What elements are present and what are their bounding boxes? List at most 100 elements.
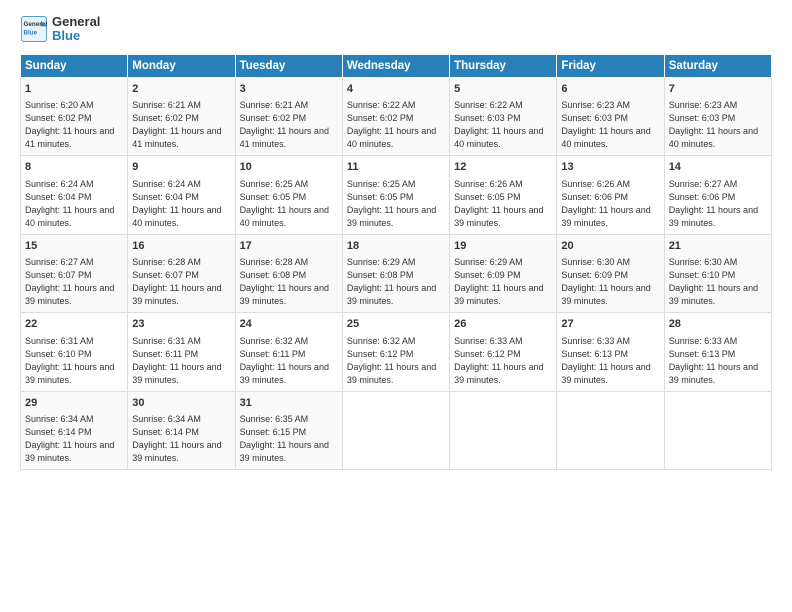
day-number: 27 [561, 317, 659, 332]
day-number: 20 [561, 239, 659, 254]
day-number: 14 [669, 160, 767, 175]
calendar-cell: 16 Sunrise: 6:28 AMSunset: 6:07 PMDayligh… [128, 234, 235, 313]
calendar-cell [450, 391, 557, 470]
day-info: Sunrise: 6:20 AMSunset: 6:02 PMDaylight:… [25, 99, 123, 151]
day-info: Sunrise: 6:33 AMSunset: 6:13 PMDaylight:… [561, 335, 659, 387]
day-info: Sunrise: 6:24 AMSunset: 6:04 PMDaylight:… [132, 178, 230, 230]
calendar-cell: 14 Sunrise: 6:27 AMSunset: 6:06 PMDayligh… [664, 156, 771, 235]
calendar-week-row: 22 Sunrise: 6:31 AMSunset: 6:10 PMDayligh… [21, 313, 772, 392]
day-number: 13 [561, 160, 659, 175]
day-number: 15 [25, 239, 123, 254]
calendar-cell: 24 Sunrise: 6:32 AMSunset: 6:11 PMDayligh… [235, 313, 342, 392]
calendar-day-header: Friday [557, 54, 664, 77]
day-info: Sunrise: 6:35 AMSunset: 6:15 PMDaylight:… [240, 413, 338, 465]
calendar-cell: 6 Sunrise: 6:23 AMSunset: 6:03 PMDaylight… [557, 77, 664, 156]
day-info: Sunrise: 6:28 AMSunset: 6:07 PMDaylight:… [132, 256, 230, 308]
calendar-cell: 29 Sunrise: 6:34 AMSunset: 6:14 PMDayligh… [21, 391, 128, 470]
calendar-cell: 22 Sunrise: 6:31 AMSunset: 6:10 PMDayligh… [21, 313, 128, 392]
calendar-cell: 9 Sunrise: 6:24 AMSunset: 6:04 PMDaylight… [128, 156, 235, 235]
logo-icon: General Blue [20, 15, 48, 43]
day-info: Sunrise: 6:27 AMSunset: 6:07 PMDaylight:… [25, 256, 123, 308]
day-number: 9 [132, 160, 230, 175]
day-info: Sunrise: 6:21 AMSunset: 6:02 PMDaylight:… [240, 99, 338, 151]
calendar-cell: 2 Sunrise: 6:21 AMSunset: 6:02 PMDaylight… [128, 77, 235, 156]
day-info: Sunrise: 6:34 AMSunset: 6:14 PMDaylight:… [25, 413, 123, 465]
day-info: Sunrise: 6:33 AMSunset: 6:13 PMDaylight:… [669, 335, 767, 387]
calendar-day-header: Saturday [664, 54, 771, 77]
calendar-cell [557, 391, 664, 470]
calendar-cell: 23 Sunrise: 6:31 AMSunset: 6:11 PMDayligh… [128, 313, 235, 392]
calendar-cell: 12Sunrise: 6:26 AMSunset: 6:05 PMDayligh… [450, 156, 557, 235]
day-info: Sunrise: 6:22 AMSunset: 6:02 PMDaylight:… [347, 99, 445, 151]
day-info: Sunrise: 6:32 AMSunset: 6:11 PMDaylight:… [240, 335, 338, 387]
day-info: Sunrise: 6:23 AMSunset: 6:03 PMDaylight:… [561, 99, 659, 151]
calendar-cell: 26 Sunrise: 6:33 AMSunset: 6:12 PMDayligh… [450, 313, 557, 392]
day-info: Sunrise: 6:34 AMSunset: 6:14 PMDaylight:… [132, 413, 230, 465]
svg-text:Blue: Blue [24, 30, 38, 37]
day-number: 12 [454, 160, 552, 175]
calendar-cell: 5Sunrise: 6:22 AMSunset: 6:03 PMDaylight… [450, 77, 557, 156]
calendar-cell: 3Sunrise: 6:21 AMSunset: 6:02 PMDaylight… [235, 77, 342, 156]
day-number: 10 [240, 160, 338, 175]
day-info: Sunrise: 6:31 AMSunset: 6:11 PMDaylight:… [132, 335, 230, 387]
day-number: 29 [25, 396, 123, 411]
calendar-day-header: Sunday [21, 54, 128, 77]
day-info: Sunrise: 6:32 AMSunset: 6:12 PMDaylight:… [347, 335, 445, 387]
calendar-body: 1 Sunrise: 6:20 AMSunset: 6:02 PMDaylight… [21, 77, 772, 470]
day-number: 1 [25, 82, 123, 97]
calendar-cell: 15 Sunrise: 6:27 AMSunset: 6:07 PMDayligh… [21, 234, 128, 313]
day-info: Sunrise: 6:29 AMSunset: 6:09 PMDaylight:… [454, 256, 552, 308]
calendar-cell: 30Sunrise: 6:34 AMSunset: 6:14 PMDayligh… [128, 391, 235, 470]
day-number: 26 [454, 317, 552, 332]
calendar-cell: 25 Sunrise: 6:32 AMSunset: 6:12 PMDayligh… [342, 313, 449, 392]
calendar-day-header: Thursday [450, 54, 557, 77]
day-number: 23 [132, 317, 230, 332]
day-number: 11 [347, 160, 445, 175]
day-info: Sunrise: 6:30 AMSunset: 6:09 PMDaylight:… [561, 256, 659, 308]
day-info: Sunrise: 6:28 AMSunset: 6:08 PMDaylight:… [240, 256, 338, 308]
day-number: 16 [132, 239, 230, 254]
calendar-table: SundayMondayTuesdayWednesdayThursdayFrid… [20, 54, 772, 471]
calendar-cell: 18 Sunrise: 6:29 AMSunset: 6:08 PMDayligh… [342, 234, 449, 313]
calendar-cell: 17 Sunrise: 6:28 AMSunset: 6:08 PMDayligh… [235, 234, 342, 313]
calendar-cell: 8Sunrise: 6:24 AMSunset: 6:04 PMDaylight… [21, 156, 128, 235]
calendar-cell: 7 Sunrise: 6:23 AMSunset: 6:03 PMDaylight… [664, 77, 771, 156]
calendar-day-header: Wednesday [342, 54, 449, 77]
calendar-cell [664, 391, 771, 470]
calendar-day-header: Monday [128, 54, 235, 77]
day-info: Sunrise: 6:29 AMSunset: 6:08 PMDaylight:… [347, 256, 445, 308]
calendar-cell: 13 Sunrise: 6:26 AMSunset: 6:06 PMDayligh… [557, 156, 664, 235]
day-info: Sunrise: 6:31 AMSunset: 6:10 PMDaylight:… [25, 335, 123, 387]
day-number: 7 [669, 82, 767, 97]
day-number: 4 [347, 82, 445, 97]
day-info: Sunrise: 6:26 AMSunset: 6:06 PMDaylight:… [561, 178, 659, 230]
day-number: 17 [240, 239, 338, 254]
day-info: Sunrise: 6:27 AMSunset: 6:06 PMDaylight:… [669, 178, 767, 230]
day-info: Sunrise: 6:21 AMSunset: 6:02 PMDaylight:… [132, 99, 230, 151]
calendar-week-row: 8Sunrise: 6:24 AMSunset: 6:04 PMDaylight… [21, 156, 772, 235]
day-number: 25 [347, 317, 445, 332]
day-number: 28 [669, 317, 767, 332]
calendar-cell: 11 Sunrise: 6:25 AMSunset: 6:05 PMDayligh… [342, 156, 449, 235]
calendar-week-row: 1 Sunrise: 6:20 AMSunset: 6:02 PMDaylight… [21, 77, 772, 156]
day-number: 5 [454, 82, 552, 97]
calendar-cell: 4 Sunrise: 6:22 AMSunset: 6:02 PMDaylight… [342, 77, 449, 156]
day-number: 18 [347, 239, 445, 254]
calendar-cell: 20 Sunrise: 6:30 AMSunset: 6:09 PMDayligh… [557, 234, 664, 313]
page-header: General Blue General Blue [20, 15, 772, 44]
calendar-cell [342, 391, 449, 470]
day-number: 21 [669, 239, 767, 254]
day-number: 6 [561, 82, 659, 97]
calendar-cell: 1 Sunrise: 6:20 AMSunset: 6:02 PMDaylight… [21, 77, 128, 156]
calendar-week-row: 15 Sunrise: 6:27 AMSunset: 6:07 PMDayligh… [21, 234, 772, 313]
day-info: Sunrise: 6:25 AMSunset: 6:05 PMDaylight:… [347, 178, 445, 230]
calendar-cell: 27 Sunrise: 6:33 AMSunset: 6:13 PMDayligh… [557, 313, 664, 392]
calendar-cell: 10Sunrise: 6:25 AMSunset: 6:05 PMDayligh… [235, 156, 342, 235]
day-number: 22 [25, 317, 123, 332]
logo: General Blue General Blue [20, 15, 100, 44]
day-number: 24 [240, 317, 338, 332]
calendar-header-row: SundayMondayTuesdayWednesdayThursdayFrid… [21, 54, 772, 77]
day-number: 2 [132, 82, 230, 97]
day-info: Sunrise: 6:33 AMSunset: 6:12 PMDaylight:… [454, 335, 552, 387]
day-info: Sunrise: 6:23 AMSunset: 6:03 PMDaylight:… [669, 99, 767, 151]
